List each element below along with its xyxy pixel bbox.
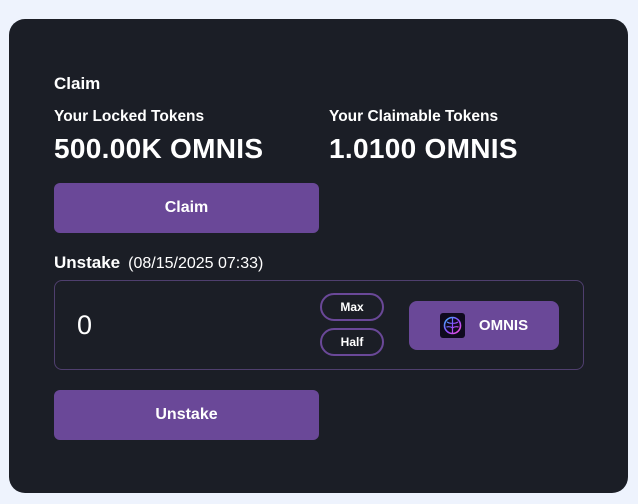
unstake-button[interactable]: Unstake — [54, 390, 319, 440]
claimable-tokens-value: 1.0100 OMNIS — [329, 133, 518, 164]
omnis-brain-icon — [439, 313, 465, 338]
max-button[interactable]: Max — [320, 293, 384, 321]
unstake-heading: Unstake (08/15/2025 07:33) — [54, 253, 263, 273]
staking-card: Claim Your Locked Tokens 500.00K OMNIS Y… — [9, 19, 628, 493]
token-selector-button[interactable]: OMNIS — [409, 301, 559, 350]
claim-title: Claim — [54, 74, 101, 93]
token-symbol: OMNIS — [478, 317, 529, 334]
unstake-date: (08/15/2025 07:33) — [128, 255, 264, 272]
unstake-amount-input[interactable] — [77, 303, 277, 347]
locked-tokens-value: 500.00K OMNIS — [54, 133, 264, 164]
half-button[interactable]: Half — [320, 328, 384, 356]
claimable-tokens-label: Your Claimable Tokens — [329, 108, 499, 125]
claim-button[interactable]: Claim — [54, 183, 319, 233]
unstake-title: Unstake — [54, 253, 121, 272]
unstake-amount-box: Max Half OMNIS — [54, 280, 584, 370]
locked-tokens-label: Your Locked Tokens — [54, 108, 205, 125]
